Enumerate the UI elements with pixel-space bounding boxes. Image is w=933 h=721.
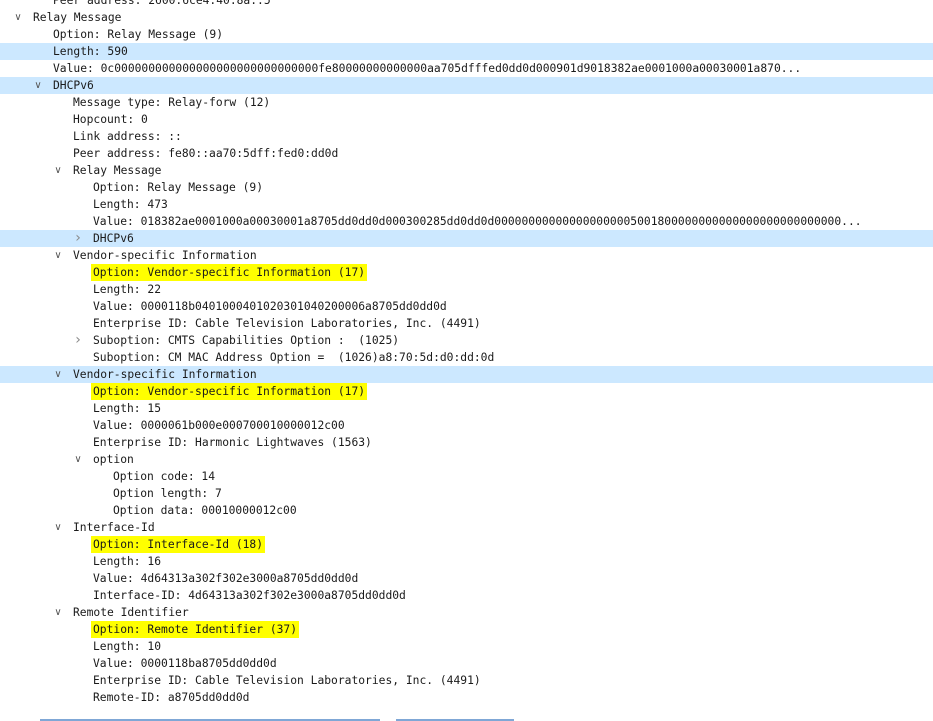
tree-row-label: Length: 15: [93, 402, 162, 415]
tree-row[interactable]: Message type: Relay-forw (12): [0, 94, 933, 111]
tree-row[interactable]: ∨ Vendor-specific Information: [0, 366, 933, 383]
tree-row-label: Interface-Id: [73, 521, 155, 534]
tree-row-label: Value: 0c000000000000000000000000000000f…: [53, 62, 802, 75]
tree-row-label: Enterprise ID: Cable Television Laborato…: [93, 674, 481, 687]
tree-row-label: Enterprise ID: Cable Television Laborato…: [93, 317, 481, 330]
tree-row[interactable]: ∨ Interface-Id: [0, 519, 933, 536]
tree-row[interactable]: Peer address: 2600:6ce4:40:8a::5: [0, 0, 933, 9]
tree-row[interactable]: Option data: 00010000012c00: [0, 502, 933, 519]
tree-row[interactable]: Length: 590: [0, 43, 933, 60]
tree-row[interactable]: Value: 0000118b0401000401020301040200006…: [0, 298, 933, 315]
tree-row[interactable]: Length: 22: [0, 281, 933, 298]
tree-row-label: Value: 0000118b0401000401020301040200006…: [93, 300, 447, 313]
tree-row-label: Remote Identifier: [73, 606, 189, 619]
tree-row-label: Relay Message: [73, 164, 162, 177]
tree-row-label: Hopcount: 0: [73, 113, 148, 126]
tree-row-label: Peer address: fe80::aa70:5dff:fed0:dd0d: [73, 147, 339, 160]
tree-row[interactable]: Enterprise ID: Harmonic Lightwaves (1563…: [0, 434, 933, 451]
tree-row[interactable]: Suboption: CM MAC Address Option = (1026…: [0, 349, 933, 366]
tree-row-label: Link address: ::: [73, 130, 182, 143]
tree-row[interactable]: Enterprise ID: Cable Television Laborato…: [0, 672, 933, 689]
tree-row[interactable]: › DHCPv6: [0, 230, 933, 247]
tree-row-label: Length: 16: [93, 555, 162, 568]
tree-row[interactable]: Option: Remote Identifier (37): [0, 621, 933, 638]
tree-row-label: Option: Relay Message (9): [53, 28, 224, 41]
tree-row-label: Remote-ID: a8705dd0dd0d: [93, 691, 250, 704]
tree-row[interactable]: Option code: 14: [0, 468, 933, 485]
tree-row[interactable]: ∨ Vendor-specific Information: [0, 247, 933, 264]
chevron-down-icon[interactable]: ∨: [52, 604, 64, 621]
tree-row[interactable]: Length: 16: [0, 553, 933, 570]
tree-row-label: Length: 22: [93, 283, 162, 296]
tree-row[interactable]: ∨ Relay Message: [0, 9, 933, 26]
tree-row-label: Interface-ID: 4d64313a302f302e3000a8705d…: [93, 589, 406, 602]
tree-row[interactable]: Enterprise ID: Cable Television Laborato…: [0, 315, 933, 332]
tree-row[interactable]: Option length: 7: [0, 485, 933, 502]
tree-row-label: Value: 0000061b000e000700010000012c00: [93, 419, 345, 432]
tree-row-label: Message type: Relay-forw (12): [73, 96, 271, 109]
highlighted-field-label: Option: Vendor-specific Information (17): [91, 383, 368, 400]
tree-row-label: Vendor-specific Information: [73, 368, 257, 381]
tree-row[interactable]: Option: Relay Message (9): [0, 179, 933, 196]
tree-row-label: Value: 4d64313a302f302e3000a8705dd0dd0d: [93, 572, 359, 585]
tree-row[interactable]: Hopcount: 0: [0, 111, 933, 128]
tree-row-label: Value: 0000118ba8705dd0dd0d: [93, 657, 277, 670]
tree-row[interactable]: Length: 15: [0, 400, 933, 417]
tree-row-label: Relay Message: [33, 11, 122, 24]
tree-row[interactable]: Peer address: fe80::aa70:5dff:fed0:dd0d: [0, 145, 933, 162]
tree-row[interactable]: Value: 4d64313a302f302e3000a8705dd0dd0d: [0, 570, 933, 587]
chevron-down-icon[interactable]: ∨: [72, 451, 84, 468]
tree-row-label: Peer address: 2600:6ce4:40:8a::5: [53, 0, 271, 7]
tree-row[interactable]: ∨ Remote Identifier: [0, 604, 933, 621]
tree-row[interactable]: Length: 473: [0, 196, 933, 213]
tree-row[interactable]: Value: 018382ae0001000a00030001a8705dd0d…: [0, 213, 933, 230]
tree-row[interactable]: Length: 10: [0, 638, 933, 655]
tree-row-label: Enterprise ID: Harmonic Lightwaves (1563…: [93, 436, 372, 449]
tree-row[interactable]: ∨ Relay Message: [0, 162, 933, 179]
tree-row-label: Length: 10: [93, 640, 162, 653]
chevron-down-icon[interactable]: ∨: [52, 366, 64, 383]
highlighted-field-label: Option: Vendor-specific Information (17): [91, 264, 368, 281]
tree-row-label: Option length: 7: [113, 487, 222, 500]
chevron-down-icon[interactable]: ∨: [52, 519, 64, 536]
tree-row[interactable]: Option: Vendor-specific Information (17): [0, 264, 933, 281]
tree-row[interactable]: › Suboption: CMTS Capabilities Option : (…: [0, 332, 933, 349]
tree-row[interactable]: Option: Vendor-specific Information (17): [0, 383, 933, 400]
chevron-down-icon[interactable]: ∨: [52, 247, 64, 264]
tree-row-label: Option code: 14: [113, 470, 216, 483]
chevron-down-icon[interactable]: ∨: [12, 9, 24, 26]
tree-row-label: Option: Relay Message (9): [93, 181, 264, 194]
tree-row-label: Option data: 00010000012c00: [113, 504, 297, 517]
highlighted-field-label: Option: Remote Identifier (37): [91, 621, 300, 638]
highlighted-field-label: Option: Interface-Id (18): [91, 536, 266, 553]
tree-row[interactable]: Remote-ID: a8705dd0dd0d: [0, 689, 933, 706]
tree-row-label: Suboption: CM MAC Address Option = (1026…: [93, 351, 495, 364]
tree-row[interactable]: ∨ DHCPv6: [0, 77, 933, 94]
tree-row[interactable]: Value: 0c000000000000000000000000000000f…: [0, 60, 933, 77]
tree-row-label: DHCPv6: [93, 232, 134, 245]
tree-row[interactable]: Value: 0000061b000e000700010000012c00: [0, 417, 933, 434]
tree-row-label: Value: 018382ae0001000a00030001a8705dd0d…: [93, 215, 862, 228]
packet-details-tree: Peer address: 2600:6ce4:40:8a::5 ∨ Relay M…: [0, 0, 933, 706]
tree-row-label: option: [93, 453, 134, 466]
tree-row[interactable]: ∨ option: [0, 451, 933, 468]
tree-row[interactable]: Link address: ::: [0, 128, 933, 145]
tree-row[interactable]: Interface-ID: 4d64313a302f302e3000a8705d…: [0, 587, 933, 604]
tree-row-label: Length: 590: [53, 45, 128, 58]
tree-row[interactable]: Option: Interface-Id (18): [0, 536, 933, 553]
chevron-right-icon[interactable]: ›: [72, 332, 84, 349]
tree-row-label: DHCPv6: [53, 79, 94, 92]
tree-row-label: Vendor-specific Information: [73, 249, 257, 262]
tree-row-label: Length: 473: [93, 198, 168, 211]
tree-row-label: Suboption: CMTS Capabilities Option : (1…: [93, 334, 400, 347]
chevron-down-icon[interactable]: ∨: [32, 77, 44, 94]
tree-row[interactable]: Value: 0000118ba8705dd0dd0d: [0, 655, 933, 672]
tree-row[interactable]: Option: Relay Message (9): [0, 26, 933, 43]
chevron-down-icon[interactable]: ∨: [52, 162, 64, 179]
chevron-right-icon[interactable]: ›: [72, 230, 84, 247]
